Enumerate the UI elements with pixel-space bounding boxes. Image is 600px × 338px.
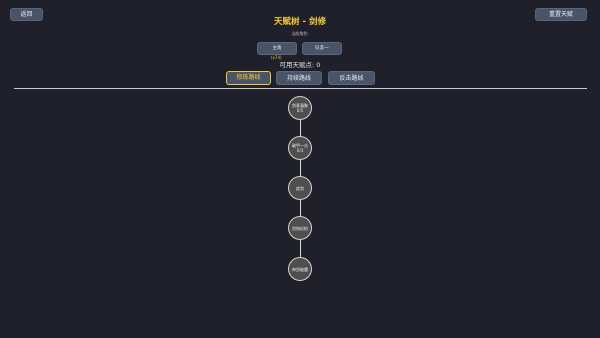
available-talent-points: 可用天赋点: 0	[279, 61, 321, 69]
role-teammate-button[interactable]: 队友一	[302, 42, 342, 55]
tree-connector	[299, 199, 301, 216]
tab-cultivation-route[interactable]: 修炼路线	[226, 71, 271, 85]
talent-node[interactable]: 剑指松柏	[288, 216, 312, 240]
talent-tree: 剑意凝聚 0/5 破甲一击 0/3 疾剑 剑指松柏 神剑破魔	[0, 0, 600, 338]
tree-connector	[299, 239, 301, 257]
talent-node[interactable]: 剑意凝聚 0/5	[288, 96, 312, 120]
header-divider	[14, 88, 587, 89]
tab-sustain-route[interactable]: 持续路线	[276, 71, 322, 85]
talent-node[interactable]: 疾剑	[288, 176, 312, 200]
talent-node-level: 0/3	[296, 148, 304, 153]
talent-node-level: 0/5	[296, 108, 304, 113]
talent-node[interactable]: 神剑破魔	[288, 257, 312, 281]
talent-node[interactable]: 破甲一击 0/3	[288, 136, 312, 160]
tree-connector	[299, 159, 301, 176]
tree-connector	[299, 119, 301, 136]
talent-node-name: 剑指松柏	[292, 225, 308, 231]
page-title: 天赋树 - 剑修	[274, 17, 326, 27]
talent-node-name: 疾剑	[296, 185, 304, 191]
tab-counter-route[interactable]: 反击路线	[328, 71, 375, 85]
current-role-label: 当前角色:	[291, 31, 309, 36]
talent-node-name: 神剑破魔	[292, 266, 308, 272]
role-main-button[interactable]: 主角	[257, 42, 297, 55]
